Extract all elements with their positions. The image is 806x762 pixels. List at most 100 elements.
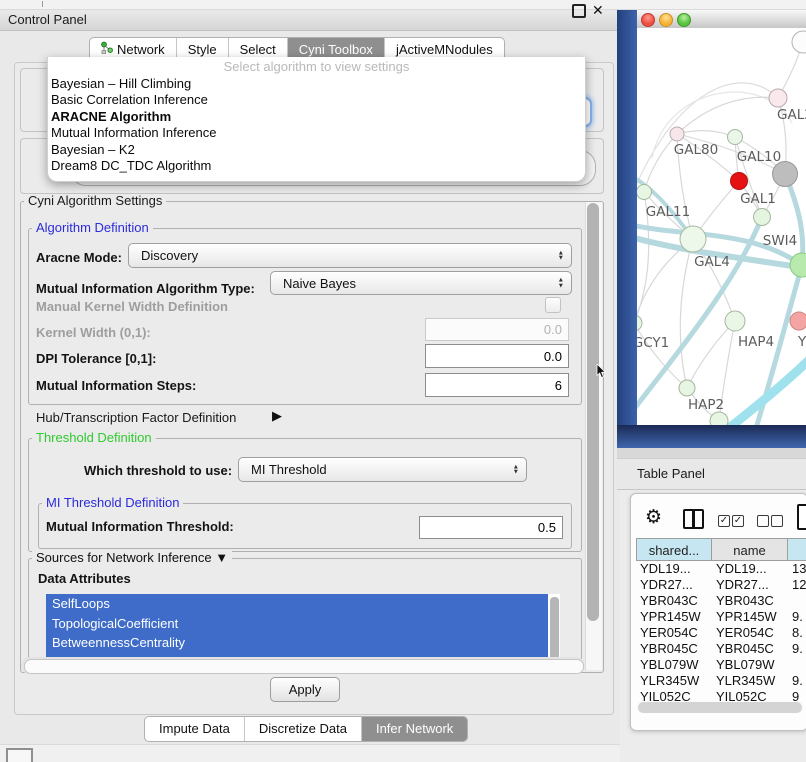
algorithm-dropdown-prompt: Select algorithm to view settings (48, 57, 585, 76)
tab-impute-data[interactable]: Impute Data (145, 717, 245, 741)
aracne-mode-combo[interactable]: Discovery ▲▼ (128, 243, 572, 268)
expander-arrow-icon[interactable]: ▶ (272, 408, 282, 424)
table-panel-gap (617, 448, 806, 458)
algorithm-option[interactable]: Dream8 DC_TDC Algorithm (48, 158, 585, 174)
table-cell: YBL079W (640, 657, 699, 673)
minimize-traffic-light[interactable] (659, 13, 673, 27)
column-header[interactable]: shared... (636, 538, 712, 561)
control-panel-title: Control Panel (8, 10, 87, 30)
close-traffic-light[interactable] (641, 13, 655, 27)
settings-hscroll-thumb[interactable] (24, 659, 584, 674)
node-label-hap4: HAP4 (738, 334, 774, 350)
table-cell: 9. (792, 673, 803, 689)
network-window-bottom-border (617, 425, 806, 448)
network-node-hap4[interactable] (725, 311, 745, 331)
float-panel-icon[interactable] (572, 4, 586, 18)
attributes-list-scrollbar[interactable] (550, 597, 559, 663)
hub-definition-label[interactable]: Hub/Transcription Factor Definition (36, 410, 236, 425)
node-label-gal11: GAL11 (646, 204, 690, 220)
dpi-tolerance-field[interactable]: 0.0 (425, 344, 569, 368)
screen: Control Panel ✕ NetworkStyleSelectCyni T… (0, 0, 806, 762)
network-edge[interactable] (680, 239, 693, 388)
tab-infer-network[interactable]: Infer Network (362, 717, 467, 741)
kernel-width-label: Kernel Width (0,1): (36, 325, 151, 340)
table-row[interactable]: YLR345WYLR345W9. (636, 673, 806, 689)
document-icon[interactable] (797, 504, 806, 530)
network-node-gal2[interactable] (769, 89, 787, 107)
tab-discretize-data[interactable]: Discretize Data (245, 717, 362, 741)
network-node[interactable] (792, 31, 806, 53)
attribute-item[interactable]: SelfLoops (46, 594, 548, 614)
cyni-bottom-tabs: Impute DataDiscretize DataInfer Network (144, 716, 468, 742)
table-row[interactable]: YDL19...YDL19...13 (636, 561, 806, 577)
stepper-arrows-icon: ▲▼ (558, 250, 564, 261)
network-node-hap2[interactable] (679, 380, 695, 396)
network-window-titlebar[interactable] (637, 10, 806, 29)
attribute-item[interactable]: TopologicalCoefficient (46, 614, 548, 634)
network-node-gal10[interactable] (728, 130, 743, 145)
network-node-gal1[interactable] (731, 173, 748, 190)
table-row[interactable]: YPR145WYPR145W9. (636, 609, 806, 625)
algorithm-option[interactable]: Mutual Information Inference (48, 125, 585, 141)
node-label-gal80: GAL80 (674, 142, 718, 158)
threshold-definition-legend: Threshold Definition (32, 431, 156, 445)
column-header[interactable]: name (712, 538, 788, 561)
network-edge[interactable] (637, 323, 687, 388)
data-attributes-label: Data Attributes (38, 571, 131, 586)
table-panel-titlebar: Table Panel (617, 458, 806, 490)
select-all-check-icon[interactable]: ✓ (718, 515, 730, 527)
which-threshold-combo[interactable]: MI Threshold ▲▼ (238, 457, 527, 482)
table-cell: YDR27... (640, 577, 693, 593)
kernel-width-field: 0.0 (425, 318, 569, 341)
network-node-gal4[interactable] (680, 226, 706, 252)
table-row[interactable]: YBL079WYBL079W (636, 657, 806, 673)
network-edge[interactable] (644, 134, 677, 192)
select-all-check-icon[interactable]: ✓ (732, 515, 744, 527)
table-cell: YDR27... (716, 577, 769, 593)
table-row[interactable]: YER054CYER054C8. (636, 625, 806, 641)
table-cell: YBR045C (640, 641, 698, 657)
columns-icon[interactable] (683, 509, 704, 529)
table-row[interactable]: YDR27...YDR27...12 (636, 577, 806, 593)
node-label-gal2: GAL2 (777, 107, 806, 123)
network-node-swi4[interactable] (754, 209, 771, 226)
top-strip-divider (42, 1, 43, 7)
network-canvas[interactable]: GAL2GAL80GAL10GAL1GAL11SWI4GAL4YHAP4GCY1… (637, 28, 806, 425)
sources-legend[interactable]: Sources for Network Inference ▼ (32, 551, 232, 565)
network-node-y[interactable] (790, 312, 806, 330)
network-node-gcy1[interactable] (637, 315, 642, 331)
mi-threshold-field[interactable]: 0.5 (419, 516, 563, 539)
mi-steps-field[interactable]: 6 (425, 373, 569, 397)
column-header[interactable]: A (788, 538, 806, 561)
cyni-algorithm-settings-legend: Cyni Algorithm Settings (24, 194, 166, 208)
close-icon[interactable]: ✕ (592, 1, 604, 19)
network-node-gal80[interactable] (670, 127, 684, 141)
table-cell: YLR345W (640, 673, 699, 689)
apply-button[interactable]: Apply (270, 677, 340, 702)
algorithm-option[interactable]: ARACNE Algorithm (48, 109, 585, 125)
mi-type-combo[interactable]: Naive Bayes ▲▼ (270, 271, 572, 295)
table-cell: YDL19... (716, 561, 767, 577)
network-node[interactable] (773, 162, 798, 187)
algorithm-option[interactable]: Bayesian – Hill Climbing (48, 76, 585, 92)
algorithm-option[interactable]: Basic Correlation Inference (48, 92, 585, 108)
collapsed-panel-icon[interactable] (6, 748, 33, 762)
network-node-gal11[interactable] (637, 185, 652, 200)
network-edge[interactable] (785, 174, 803, 265)
which-threshold-label: Which threshold to use: (84, 463, 232, 478)
deselect-all-box-icon[interactable] (757, 515, 769, 527)
table-hscroll-thumb[interactable] (638, 702, 802, 713)
algorithm-option[interactable]: Bayesian – K2 (48, 142, 585, 158)
deselect-all-box-icon[interactable] (771, 515, 783, 527)
gear-icon[interactable]: ⚙ (645, 505, 662, 531)
network-node[interactable] (710, 412, 728, 425)
node-label-swi4: SWI4 (763, 233, 798, 249)
table-row[interactable]: YBR043CYBR043C (636, 593, 806, 609)
settings-vscroll-thumb[interactable] (587, 203, 599, 621)
node-table[interactable]: shared...nameA YDL19...YDL19...13YDR27..… (636, 538, 806, 706)
attribute-item[interactable]: BetweennessCentrality (46, 633, 548, 653)
manual-kernel-checkbox[interactable] (545, 297, 561, 313)
table-cell: YPR145W (716, 609, 777, 625)
zoom-traffic-light[interactable] (677, 13, 691, 27)
table-row[interactable]: YBR045CYBR045C9. (636, 641, 806, 657)
